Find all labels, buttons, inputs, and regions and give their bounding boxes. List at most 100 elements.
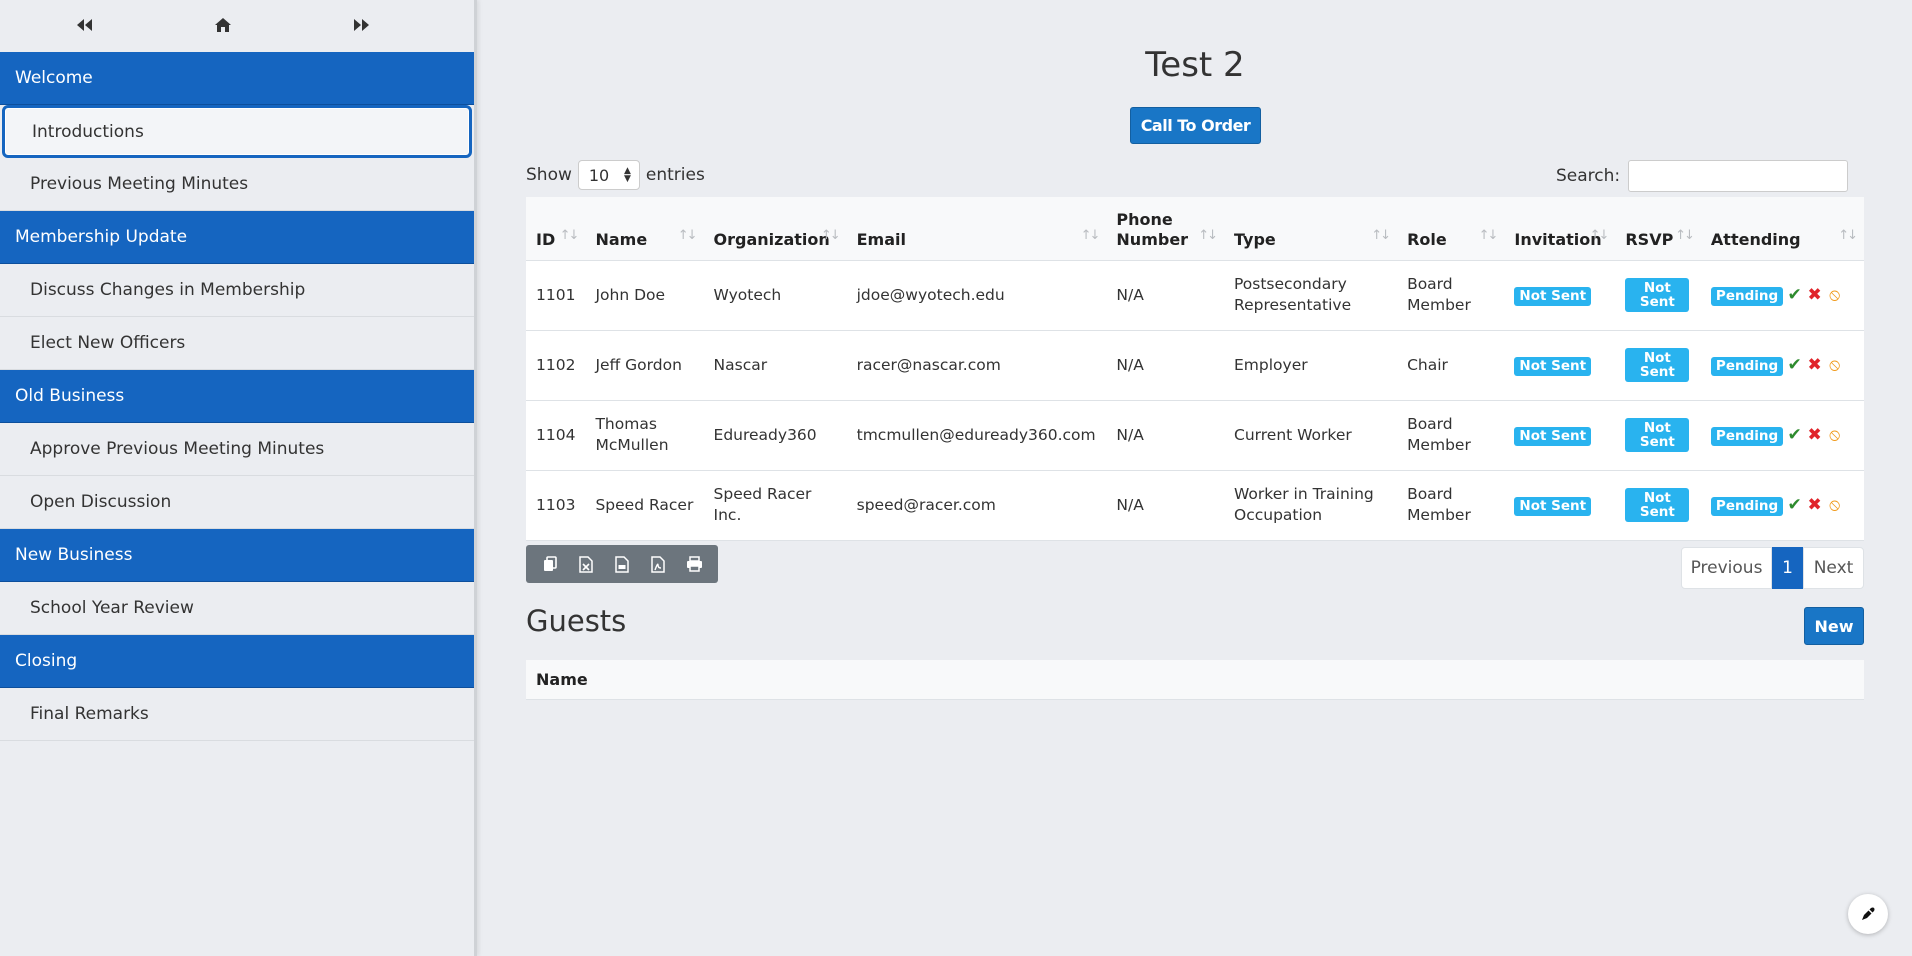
section-header-membership-update[interactable]: Membership Update: [0, 211, 474, 264]
column-header-role[interactable]: Role ↑↓: [1397, 197, 1505, 261]
close-icon[interactable]: ✖: [1806, 285, 1823, 306]
sidebar-item-discuss-changes-in-membership[interactable]: Discuss Changes in Membership: [0, 264, 474, 317]
sidebar-item-introductions[interactable]: Introductions: [2, 105, 472, 158]
sort-icon: ↑↓: [1080, 227, 1101, 243]
entries-length-control: Show 10 ▲ ▼ entries: [526, 160, 705, 190]
cell-organization: Speed Racer Inc.: [703, 470, 847, 541]
search-input[interactable]: [1628, 160, 1849, 192]
column-label: Organization: [713, 229, 830, 249]
column-header-rsvp[interactable]: RSVP ↑↓: [1615, 197, 1701, 261]
check-icon[interactable]: ✔: [1786, 495, 1803, 516]
double-chevron-left-icon[interactable]: [72, 14, 96, 36]
column-header-email[interactable]: Email ↑↓: [846, 197, 1107, 261]
column-header-name[interactable]: Name ↑↓: [585, 197, 704, 261]
sidebar-item-school-year-review[interactable]: School Year Review: [0, 582, 474, 635]
show-label: Show: [526, 165, 572, 185]
sort-icon: ↑↓: [1589, 227, 1610, 243]
check-icon[interactable]: ✔: [1786, 285, 1803, 306]
column-label: Name: [595, 229, 648, 249]
column-header-type[interactable]: Type ↑↓: [1224, 197, 1398, 261]
print-icon[interactable]: [684, 554, 704, 574]
pagination-page-1[interactable]: 1: [1772, 547, 1803, 589]
cell-name: Jeff Gordon: [585, 330, 704, 401]
cell-rsvp: Not Sent: [1615, 330, 1701, 401]
column-label: RSVP: [1625, 229, 1674, 249]
cell-name: Speed Racer: [585, 470, 704, 541]
ban-icon[interactable]: ⦸: [1826, 355, 1843, 376]
sidebar-nav: [0, 0, 474, 52]
new-guest-button[interactable]: New: [1804, 607, 1864, 645]
column-label: Email: [856, 229, 906, 249]
section-header-closing[interactable]: Closing: [0, 635, 474, 688]
section-header-old-business[interactable]: Old Business: [0, 370, 474, 423]
column-label: Phone Number: [1116, 209, 1189, 249]
ban-icon[interactable]: ⦸: [1826, 495, 1843, 516]
table-row: 1101 John Doe Wyotech jdoe@wyotech.edu N/A Po…: [526, 260, 1864, 331]
agenda-sidebar: Welcome Introductions Previous Meeting Min…: [0, 0, 477, 956]
sort-icon: ↑↓: [1478, 227, 1499, 243]
section-header-welcome[interactable]: Welcome: [0, 52, 474, 105]
cell-id: 1101: [526, 260, 586, 331]
column-label: Attending: [1710, 229, 1801, 249]
sidebar-item-final-remarks[interactable]: Final Remarks: [0, 688, 474, 741]
check-icon[interactable]: ✔: [1786, 355, 1803, 376]
cell-type: Employer: [1224, 330, 1398, 401]
ban-icon[interactable]: ⦸: [1826, 425, 1843, 446]
sort-icon: ↑↓: [1198, 227, 1218, 243]
close-icon[interactable]: ✖: [1806, 425, 1823, 446]
invitation-status-badge: Not Sent: [1514, 426, 1592, 446]
csv-icon[interactable]: [612, 554, 632, 574]
sidebar-item-elect-new-officers[interactable]: Elect New Officers: [0, 317, 474, 370]
copy-icon[interactable]: [540, 554, 560, 574]
column-header-attending[interactable]: Attending ↑↓: [1700, 197, 1864, 261]
invitation-status-badge: Not Sent: [1514, 356, 1592, 376]
section-header-new-business[interactable]: New Business: [0, 529, 474, 582]
rsvp-status-badge: Not Sent: [1625, 278, 1690, 312]
cell-phone: N/A: [1106, 260, 1224, 331]
close-icon[interactable]: ✖: [1806, 355, 1823, 376]
page-title: Test 2: [1145, 45, 1245, 85]
column-label: Type: [1234, 229, 1276, 249]
pagination-previous[interactable]: Previous: [1681, 547, 1772, 589]
excel-icon[interactable]: [576, 554, 596, 574]
column-label: ID: [536, 229, 556, 249]
cell-organization: Wyotech: [703, 260, 847, 331]
sidebar-item-approve-previous-meeting-minutes[interactable]: Approve Previous Meeting Minutes: [0, 423, 474, 476]
cell-name: Thomas McMullen: [585, 400, 704, 471]
table-search: Search:: [1556, 160, 1849, 192]
sort-icon: ↑↓: [1371, 227, 1391, 243]
invitation-status-badge: Not Sent: [1514, 286, 1592, 306]
double-chevron-right-icon[interactable]: [350, 14, 374, 36]
pdf-icon[interactable]: [648, 554, 668, 574]
cell-organization: Nascar: [703, 330, 847, 401]
guests-table-header: Name: [526, 660, 1864, 700]
cell-type: Current Worker: [1224, 400, 1398, 471]
cell-attending: Pending ✔ ✖ ⦸: [1700, 330, 1864, 401]
column-header-id[interactable]: ID ↑↓: [526, 197, 586, 261]
guests-title: Guests: [526, 604, 627, 638]
home-icon[interactable]: [211, 14, 235, 36]
column-header-invitation[interactable]: Invitation ↑↓: [1504, 197, 1616, 261]
check-icon[interactable]: ✔: [1786, 425, 1803, 446]
cell-attending: Pending ✔ ✖ ⦸: [1700, 260, 1864, 331]
cell-phone: N/A: [1106, 470, 1224, 541]
cell-role: Chair: [1397, 330, 1505, 401]
pen-icon[interactable]: [1848, 894, 1888, 934]
ban-icon[interactable]: ⦸: [1826, 285, 1843, 306]
sidebar-item-previous-meeting-minutes[interactable]: Previous Meeting Minutes: [0, 158, 474, 211]
call-to-order-button[interactable]: Call To Order: [1130, 107, 1261, 144]
column-header-phone-number[interactable]: Phone Number ↑↓: [1106, 197, 1224, 261]
pagination: Previous 1 Next: [1681, 547, 1864, 589]
pagination-next[interactable]: Next: [1803, 547, 1864, 589]
cell-type: Worker in Training Occupation: [1224, 470, 1398, 541]
cell-role: Board Member: [1397, 400, 1505, 471]
sidebar-item-open-discussion[interactable]: Open Discussion: [0, 476, 474, 529]
attending-status-badge: Pending: [1710, 286, 1784, 306]
entries-select[interactable]: 10 ▲ ▼: [577, 160, 640, 190]
guests-column-name: Name: [536, 670, 588, 689]
column-header-organization[interactable]: Organization ↑↓: [703, 197, 847, 261]
close-icon[interactable]: ✖: [1806, 495, 1823, 516]
cell-id: 1103: [526, 470, 586, 541]
sort-icon: ↑↓: [677, 227, 698, 243]
cell-email: speed@racer.com: [846, 470, 1107, 541]
